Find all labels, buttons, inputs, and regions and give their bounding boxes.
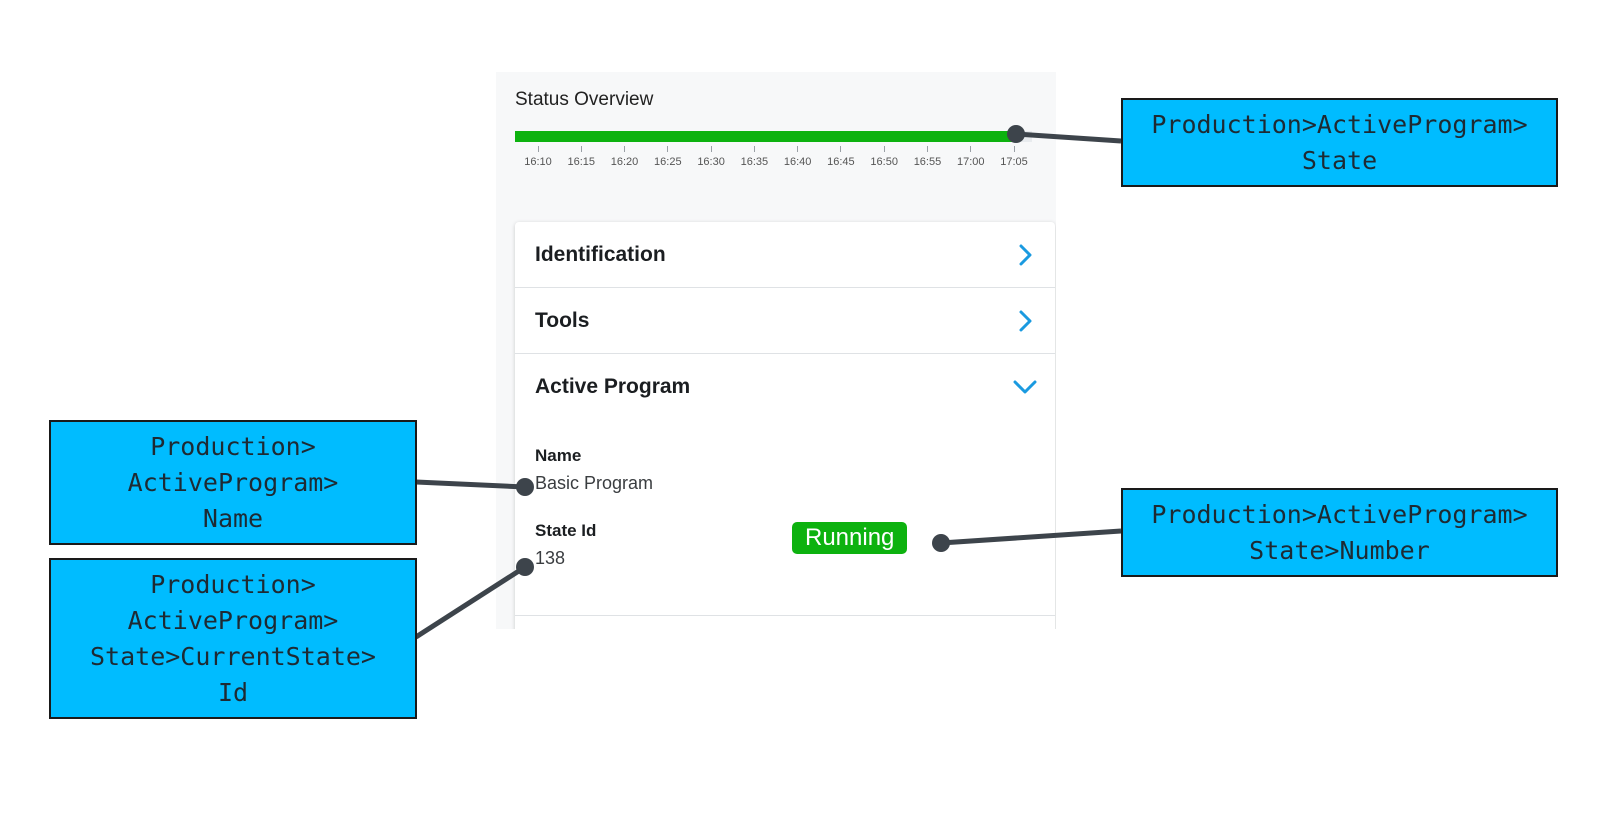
connector-state-number xyxy=(940,528,1122,546)
connector-state xyxy=(1015,131,1122,144)
connector-name xyxy=(415,479,526,490)
annotation-state: Production>ActiveProgram> State xyxy=(1121,98,1558,187)
connector-current-state-id xyxy=(414,564,527,640)
connector-dot-state-number xyxy=(932,534,950,552)
annotation-current-state-id: Production> ActiveProgram> State>Current… xyxy=(49,558,417,719)
connector-dot-state xyxy=(1007,125,1025,143)
annotation-state-number: Production>ActiveProgram> State>Number xyxy=(1121,488,1558,577)
connector-dot-name xyxy=(516,478,534,496)
connector-dot-current-state-id xyxy=(516,558,534,576)
annotation-name: Production> ActiveProgram> Name xyxy=(49,420,417,545)
